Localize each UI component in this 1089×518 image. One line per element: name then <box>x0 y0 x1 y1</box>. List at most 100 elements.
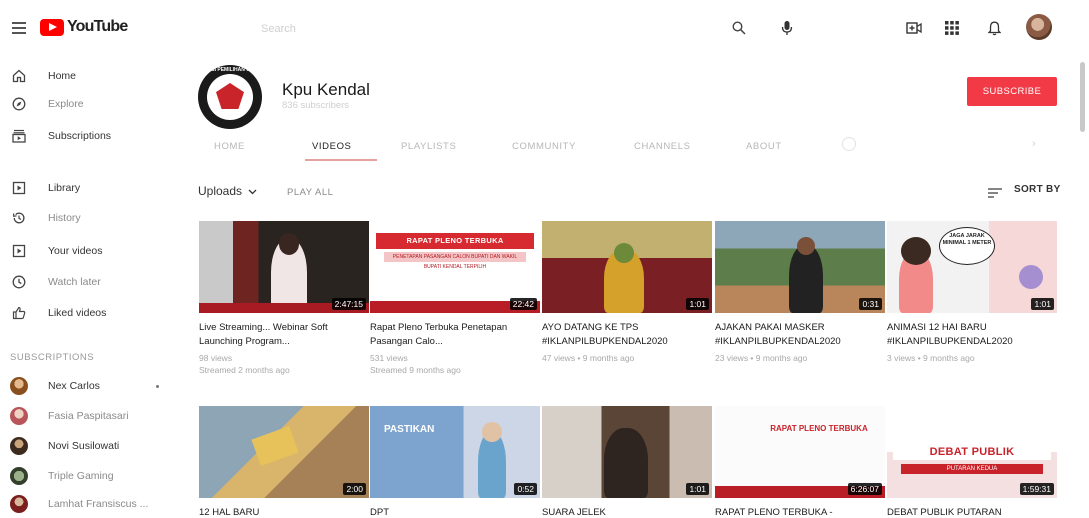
home-icon <box>11 68 27 84</box>
subscription-label: Nex Carlos <box>48 380 100 392</box>
video-title[interactable]: AJAKAN PAKAI MASKER #IKLANPILBUPKENDAL20… <box>715 321 883 349</box>
hamburger-menu-icon[interactable] <box>12 22 26 34</box>
subscription-item[interactable]: Novi Susilowati <box>0 432 180 460</box>
subscription-label: Novi Susilowati <box>48 440 120 452</box>
apps-grid-icon[interactable] <box>940 16 964 40</box>
video-card[interactable]: 0:31 AJAKAN PAKAI MASKER #IKLANPILBUPKEN… <box>715 221 885 363</box>
search-input[interactable] <box>255 15 705 43</box>
video-card[interactable]: JAGA JARAK MINIMAL 1 METER 1:01 ANIMASI … <box>887 221 1057 363</box>
youtube-logo[interactable]: YouTube <box>40 18 128 36</box>
sidebar-item-history[interactable]: History <box>0 204 180 232</box>
user-avatar[interactable] <box>1026 14 1052 40</box>
video-card[interactable]: DEBAT PUBLIK PUTARAN KEDUA 1:59:31 DEBAT… <box>887 406 1057 518</box>
sidebar-item-label: Liked videos <box>48 307 107 319</box>
video-thumbnail[interactable]: JAGA JARAK MINIMAL 1 METER 1:01 <box>887 221 1057 313</box>
sidebar-item-your-videos[interactable]: Your videos <box>0 237 180 265</box>
video-card[interactable]: 2:47:15 Live Streaming... Webinar Soft L… <box>199 221 369 375</box>
subscription-item[interactable]: Lamhat Fransiscus ... <box>0 490 180 518</box>
video-thumbnail[interactable]: 1:01 <box>542 406 712 498</box>
video-duration: 1:01 <box>686 483 709 495</box>
uploads-label: Uploads <box>198 184 243 198</box>
sidebar-item-watch-later[interactable]: Watch later <box>0 268 180 296</box>
channel-avatar <box>10 437 28 455</box>
subscription-item[interactable]: Nex Carlos <box>0 372 180 400</box>
avatar-ring-text: KOMISI PEMILIHAN UMUM <box>198 67 262 73</box>
video-title[interactable]: SUARA JELEK <box>542 506 710 518</box>
sidebar-item-home[interactable]: Home <box>0 62 180 90</box>
microphone-icon[interactable] <box>775 16 799 40</box>
thumbnail-cartoon-avatar <box>1019 265 1043 289</box>
sidebar-item-label: Subscriptions <box>48 130 112 142</box>
sidebar-item-explore[interactable]: Explore <box>0 90 180 118</box>
video-title[interactable]: Live Streaming... Webinar Soft Launching… <box>199 321 367 349</box>
subscribe-button[interactable]: SUBSCRIBE <box>967 77 1057 106</box>
search-box <box>255 15 705 43</box>
tab-videos[interactable]: VIDEOS <box>312 141 352 152</box>
sidebar-item-liked-videos[interactable]: Liked videos <box>0 299 180 327</box>
thumbnail-presenter-head <box>279 233 299 255</box>
subscriber-count: 836 subscribers <box>282 100 350 111</box>
chevron-right-icon[interactable]: › <box>1032 138 1036 150</box>
video-title[interactable]: RAPAT PLENO TERBUKA - <box>715 506 883 518</box>
sidebar-item-subscriptions[interactable]: Subscriptions <box>0 122 180 150</box>
video-thumbnail[interactable]: DEBAT PUBLIK PUTARAN KEDUA 1:59:31 <box>887 406 1057 498</box>
logo-text: YouTube <box>67 18 128 35</box>
sidebar-item-library[interactable]: Library <box>0 174 180 202</box>
page-scrollbar[interactable] <box>1080 62 1085 132</box>
thumbnail-subtitle: PUTARAN KEDUA <box>901 464 1043 474</box>
video-duration: 1:01 <box>1031 298 1054 310</box>
video-meta: 47 views • 9 months ago <box>542 353 635 363</box>
video-thumbnail[interactable]: RAPAT PLENO TERBUKA 6:26:07 <box>715 406 885 498</box>
video-views: 531 views <box>370 353 408 363</box>
video-thumbnail[interactable]: 0:31 <box>715 221 885 313</box>
play-all-button[interactable]: PLAY ALL <box>287 187 333 198</box>
video-card[interactable]: 1:01 SUARA JELEK <box>542 406 712 518</box>
video-card[interactable]: PASTIKAN 0:52 DPT <box>370 406 540 518</box>
search-icon[interactable] <box>727 16 751 40</box>
video-card[interactable]: 1:01 AYO DATANG KE TPS #IKLANPILBUPKENDA… <box>542 221 712 363</box>
tab-channels[interactable]: CHANNELS <box>634 141 691 152</box>
tab-home[interactable]: HOME <box>214 141 245 152</box>
channel-search-icon[interactable] <box>842 137 856 151</box>
video-title[interactable]: ANIMASI 12 HAI BARU #IKLANPILBUPKENDAL20… <box>887 321 1055 349</box>
channel-avatar-large[interactable]: KOMISI PEMILIHAN UMUM <box>198 65 262 129</box>
thumbnail-speech-bubble: JAGA JARAK MINIMAL 1 METER <box>939 227 995 265</box>
channel-avatar <box>10 495 28 513</box>
tab-community[interactable]: COMMUNITY <box>512 141 576 152</box>
video-duration: 6:26:07 <box>847 483 882 495</box>
video-thumbnail[interactable]: PASTIKAN 0:52 <box>370 406 540 498</box>
video-meta: 3 views • 9 months ago <box>887 353 975 363</box>
sidebar-item-label: Library <box>48 182 81 194</box>
thumbnail-cartoon-head <box>901 237 931 265</box>
video-title[interactable]: AYO DATANG KE TPS #IKLANPILBUPKENDAL2020 <box>542 321 710 349</box>
video-title[interactable]: DPT <box>370 506 538 518</box>
video-card[interactable]: RAPAT PLENO TERBUKA PENETAPAN PASANGAN C… <box>370 221 540 375</box>
channel-name: Kpu Kendal <box>282 80 370 99</box>
sidebar-item-label: Your videos <box>48 245 103 257</box>
chevron-down-icon <box>248 184 257 198</box>
library-icon <box>11 180 27 196</box>
create-video-icon[interactable] <box>902 16 926 40</box>
thumbnail-text: PASTIKAN <box>384 424 435 435</box>
subscription-item[interactable]: Fasia Paspitasari <box>0 402 180 430</box>
tab-playlists[interactable]: PLAYLISTS <box>401 141 456 152</box>
subscription-item[interactable]: Triple Gaming <box>0 462 180 490</box>
video-card[interactable]: 2:00 12 HAL BARU <box>199 406 369 518</box>
video-thumbnail[interactable]: 2:00 <box>199 406 369 498</box>
video-title[interactable]: 12 HAL BARU <box>199 506 367 518</box>
video-card[interactable]: RAPAT PLENO TERBUKA 6:26:07 RAPAT PLENO … <box>715 406 885 518</box>
video-duration: 2:00 <box>343 483 366 495</box>
sort-icon[interactable] <box>988 185 1002 198</box>
video-title[interactable]: Rapat Pleno Terbuka Penetapan Pasangan C… <box>370 321 538 349</box>
subscriptions-heading: SUBSCRIPTIONS <box>10 352 95 363</box>
video-thumbnail[interactable]: 2:47:15 <box>199 221 369 313</box>
video-thumbnail[interactable]: 1:01 <box>542 221 712 313</box>
video-thumbnail[interactable]: RAPAT PLENO TERBUKA PENETAPAN PASANGAN C… <box>370 221 540 313</box>
sidebar: Home Explore Subscriptions Library Histo… <box>0 58 180 518</box>
bell-icon[interactable] <box>982 16 1006 40</box>
video-title[interactable]: DEBAT PUBLIK PUTARAN <box>887 506 1055 518</box>
tab-about[interactable]: ABOUT <box>746 141 782 152</box>
sort-by-button[interactable]: SORT BY <box>1014 184 1061 195</box>
uploads-dropdown[interactable]: Uploads <box>198 184 257 198</box>
top-bar: YouTube <box>0 0 1089 58</box>
